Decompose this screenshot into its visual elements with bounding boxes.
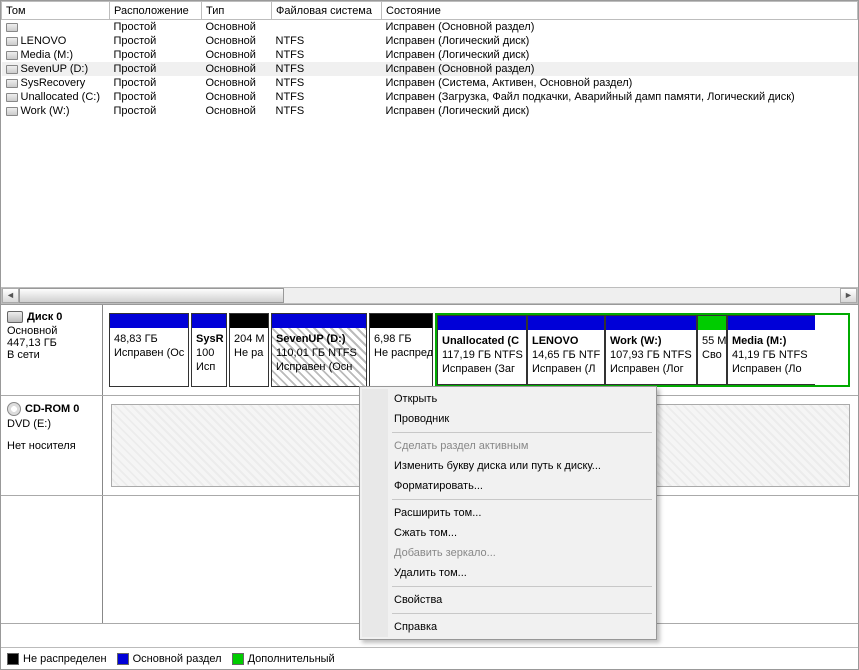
menu-mark-active: Сделать раздел активным [362, 436, 654, 456]
legend-primary: Основной раздел [133, 653, 222, 665]
cdrom-kind: DVD (E:) [7, 418, 96, 430]
menu-explorer[interactable]: Проводник [362, 409, 654, 429]
legend-swatch-unallocated [7, 653, 19, 665]
table-row[interactable]: ПростойОсновнойИсправен (Основной раздел… [2, 20, 858, 35]
table-row[interactable]: LENOVOПростойОсновнойNTFSИсправен (Логич… [2, 34, 858, 48]
disk-size: 447,13 ГБ [7, 337, 96, 349]
col-volume[interactable]: Том [2, 2, 110, 20]
disk-title: Диск 0 [27, 311, 62, 323]
volume-icon [6, 93, 18, 102]
volume-table[interactable]: Том Расположение Тип Файловая система Со… [1, 1, 858, 118]
menu-open[interactable]: Открыть [362, 389, 654, 409]
scrollbar-thumb[interactable] [19, 288, 284, 303]
table-row[interactable]: SysRecoveryПростойОсновнойNTFSИсправен (… [2, 76, 858, 90]
partition[interactable]: 48,83 ГБИсправен (Ос [109, 313, 189, 387]
partition[interactable]: 204 МНе ра [229, 313, 269, 387]
partition[interactable]: Unallocated (C117,19 ГБ NTFSИсправен (За… [437, 315, 527, 385]
extended-partition-group: Unallocated (C117,19 ГБ NTFSИсправен (За… [435, 313, 850, 387]
col-type[interactable]: Тип [202, 2, 272, 20]
legend-unallocated: Не распределен [23, 653, 107, 665]
menu-shrink-volume[interactable]: Сжать том... [362, 523, 654, 543]
menu-help[interactable]: Справка [362, 617, 654, 637]
cdrom-header[interactable]: CD-ROM 0 DVD (E:) Нет носителя [1, 396, 103, 495]
table-row[interactable]: SevenUP (D:)ПростойОсновнойNTFSИсправен … [2, 62, 858, 76]
volume-icon [6, 37, 18, 46]
cdrom-title: CD-ROM 0 [25, 403, 79, 415]
legend-swatch-primary [117, 653, 129, 665]
menu-delete-volume[interactable]: Удалить том... [362, 563, 654, 583]
volume-icon [6, 79, 18, 88]
menu-add-mirror: Добавить зеркало... [362, 543, 654, 563]
partition[interactable]: LENOVO14,65 ГБ NTFИсправен (Л [527, 315, 605, 385]
partition[interactable]: SysR100Исп [191, 313, 227, 387]
scroll-left-button[interactable]: ◄ [2, 288, 19, 303]
partition[interactable]: 55 МСво [697, 315, 727, 385]
legend-extended: Дополнительный [248, 653, 335, 665]
disk-0-header[interactable]: Диск 0 Основной 447,13 ГБ В сети [1, 305, 103, 395]
partition[interactable]: Work (W:)107,93 ГБ NTFSИсправен (Лог [605, 315, 697, 385]
volume-icon [6, 107, 18, 116]
menu-extend-volume[interactable]: Расширить том... [362, 503, 654, 523]
cdrom-icon [7, 402, 21, 416]
col-state[interactable]: Состояние [382, 2, 858, 20]
disk-icon [7, 311, 23, 323]
disk-0-row: Диск 0 Основной 447,13 ГБ В сети 48,83 Г… [1, 305, 858, 396]
menu-properties[interactable]: Свойства [362, 590, 654, 610]
volume-icon [6, 51, 18, 60]
volume-icon [6, 65, 18, 74]
table-row[interactable]: Work (W:)ПростойОсновнойNTFSИсправен (Ло… [2, 104, 858, 118]
col-layout[interactable]: Расположение [110, 2, 202, 20]
partition[interactable]: 6,98 ГБНе распред [369, 313, 433, 387]
horizontal-scrollbar[interactable]: ◄ ► [1, 287, 858, 304]
menu-change-letter[interactable]: Изменить букву диска или путь к диску... [362, 456, 654, 476]
cdrom-status: Нет носителя [7, 440, 96, 452]
disk-kind: Основной [7, 325, 96, 337]
table-row[interactable]: Media (M:)ПростойОсновнойNTFSИсправен (Л… [2, 48, 858, 62]
partition[interactable]: Media (M:)41,19 ГБ NTFSИсправен (Ло [727, 315, 815, 385]
partition[interactable]: SevenUP (D:)110,01 ГБ NTFSИсправен (Осн [271, 313, 367, 387]
legend: Не распределен Основной раздел Дополните… [1, 647, 858, 669]
menu-format[interactable]: Форматировать... [362, 476, 654, 496]
scroll-right-button[interactable]: ► [840, 288, 857, 303]
disk-status: В сети [7, 349, 96, 361]
volume-icon [6, 23, 18, 32]
legend-swatch-extended [232, 653, 244, 665]
context-menu: Открыть Проводник Сделать раздел активны… [359, 386, 657, 640]
col-fs[interactable]: Файловая система [272, 2, 382, 20]
table-row[interactable]: Unallocated (C:)ПростойОсновнойNTFSИспра… [2, 90, 858, 104]
